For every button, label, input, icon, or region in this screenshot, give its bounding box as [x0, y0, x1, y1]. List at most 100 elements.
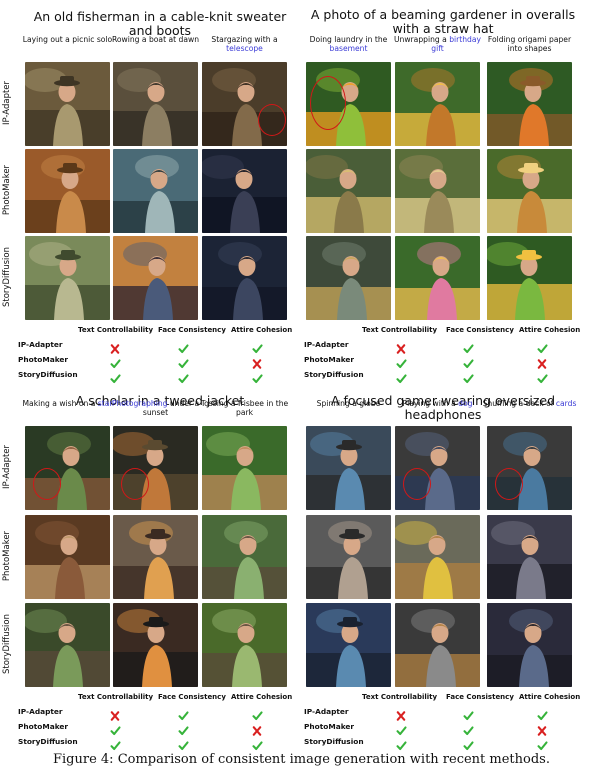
generated-image	[306, 515, 391, 599]
row-label: StoryDiffusion	[2, 614, 12, 674]
prompt-caption: Playing with a dog	[389, 399, 486, 408]
check-icon	[393, 736, 409, 751]
cross-icon	[107, 706, 123, 721]
row-label: PhotoMaker	[2, 530, 12, 582]
generated-image	[202, 236, 287, 320]
generated-image	[395, 603, 480, 687]
prompt-text: Unwrapping a	[393, 35, 450, 44]
prompt-caption: Spinning a globe	[300, 399, 397, 408]
generated-image	[487, 426, 572, 510]
generated-image	[113, 603, 198, 687]
generated-image	[202, 426, 287, 510]
cross-icon	[534, 354, 550, 369]
generated-image	[25, 515, 110, 599]
row-label: StoryDiffusion	[2, 247, 12, 307]
check-icon	[534, 369, 550, 384]
prompt-caption: Unwrapping a birthday gift	[389, 35, 486, 53]
check-icon	[460, 706, 476, 721]
generated-image	[306, 603, 391, 687]
method-label: PhotoMaker	[18, 722, 69, 731]
check-icon	[107, 721, 123, 736]
metric-header: Face Consistency	[446, 693, 514, 701]
prompt-highlight: cards	[555, 399, 577, 408]
method-label: IP-Adapter	[18, 340, 63, 349]
check-icon	[175, 706, 191, 721]
generated-image	[202, 149, 287, 233]
prompt-highlight: basement	[329, 44, 368, 53]
generated-image	[487, 236, 572, 320]
check-icon	[393, 721, 409, 736]
check-icon	[249, 736, 265, 751]
check-icon	[175, 369, 191, 384]
check-icon	[393, 354, 409, 369]
check-icon	[249, 369, 265, 384]
row-label: IP-Adapter	[2, 80, 12, 126]
panel-title: A photo of a beaming gardener in overall…	[310, 7, 576, 36]
method-label: PhotoMaker	[304, 722, 355, 731]
error-highlight-ring	[403, 468, 431, 500]
metric-header: Text Controllability	[362, 693, 438, 701]
generated-image	[487, 62, 572, 146]
cross-icon	[107, 339, 123, 354]
prompt-caption: Folding origami paper into shapes	[481, 35, 578, 53]
row-label: IP-Adapter	[2, 444, 12, 490]
generated-image	[25, 603, 110, 687]
metric-header: Attire Cohesion	[231, 693, 293, 701]
metric-header: Text Controllability	[78, 326, 154, 334]
prompt-caption: Laying out a picnic solo	[19, 35, 116, 44]
check-icon	[175, 721, 191, 736]
check-icon	[534, 736, 550, 751]
prompt-caption: Making a wish on a star	[19, 399, 116, 408]
generated-image	[25, 236, 110, 320]
prompt-text: Folding origami paper into shapes	[487, 35, 572, 53]
method-label: IP-Adapter	[304, 707, 349, 716]
check-icon	[460, 339, 476, 354]
generated-image	[25, 149, 110, 233]
generated-image	[487, 515, 572, 599]
prompt-text: Tossing a frisbee in the park	[200, 399, 289, 417]
generated-image	[395, 426, 480, 510]
check-icon	[107, 354, 123, 369]
method-label: PhotoMaker	[18, 355, 69, 364]
prompt-text: Shuffling a deck of	[482, 399, 556, 408]
generated-image	[25, 62, 110, 146]
cross-icon	[393, 706, 409, 721]
prompt-highlight: Photographing	[111, 399, 168, 408]
cross-icon	[249, 354, 265, 369]
prompt-caption: Stargazing with a telescope	[196, 35, 293, 53]
prompt-text: Spinning a globe	[316, 399, 381, 408]
check-icon	[249, 339, 265, 354]
generated-image	[395, 149, 480, 233]
generated-image	[113, 236, 198, 320]
check-icon	[175, 354, 191, 369]
figure-caption: Figure 4: Comparison of consistent image…	[53, 752, 550, 767]
error-highlight-ring	[495, 468, 523, 500]
generated-image	[113, 426, 198, 510]
check-icon	[393, 369, 409, 384]
check-icon	[460, 354, 476, 369]
check-icon	[107, 369, 123, 384]
check-icon	[534, 339, 550, 354]
prompt-text: Rowing a boat at dawn	[111, 35, 200, 44]
generated-image	[202, 515, 287, 599]
generated-image	[487, 149, 572, 233]
method-label: StoryDiffusion	[18, 737, 78, 746]
prompt-highlight: telescope	[226, 44, 263, 53]
panel-title: An old fisherman in a cable-knit sweater…	[33, 9, 287, 38]
method-label: StoryDiffusion	[304, 370, 364, 379]
check-icon	[175, 736, 191, 751]
generated-image	[113, 62, 198, 146]
prompt-caption: Doing laundry in the basement	[300, 35, 397, 53]
generated-image	[395, 515, 480, 599]
metric-header: Text Controllability	[362, 326, 438, 334]
error-highlight-ring	[121, 468, 149, 500]
method-label: StoryDiffusion	[18, 370, 78, 379]
generated-image	[25, 426, 110, 510]
generated-image	[113, 149, 198, 233]
generated-image	[487, 603, 572, 687]
generated-image	[306, 236, 391, 320]
method-label: StoryDiffusion	[304, 737, 364, 746]
error-highlight-ring	[258, 104, 286, 136]
metric-header: Attire Cohesion	[519, 326, 581, 334]
metric-header: Face Consistency	[446, 326, 514, 334]
